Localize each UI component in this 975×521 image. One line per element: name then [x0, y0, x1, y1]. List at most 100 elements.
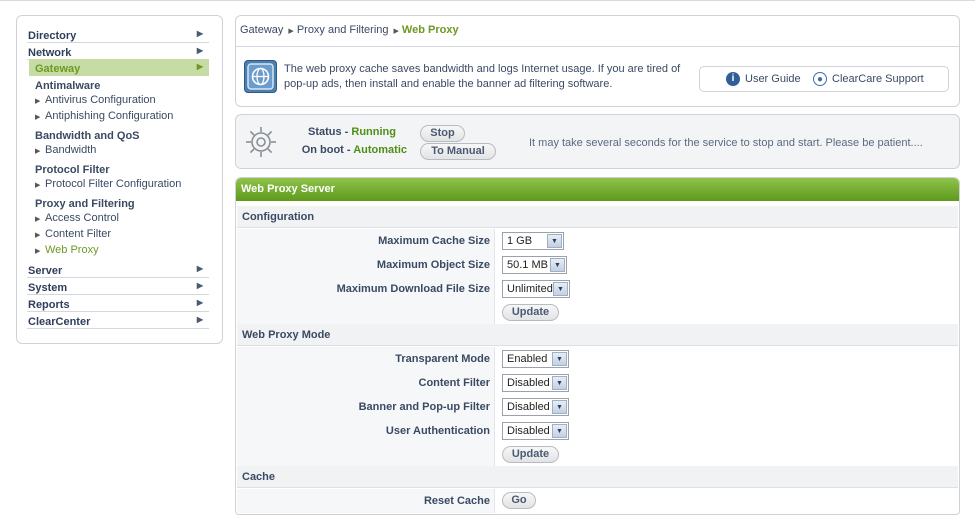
support-person-icon: ● — [813, 72, 827, 86]
panel-title: Web Proxy Server — [236, 178, 959, 201]
sidebar-item-gateway[interactable]: Gateway ▶ — [29, 59, 209, 76]
max-object-select[interactable]: 50.1 MB ▼ — [502, 256, 567, 274]
stop-button[interactable]: Stop — [420, 125, 465, 142]
sidebar-item-system[interactable]: System ▶ — [27, 278, 209, 295]
sidebar-item-label: Gateway — [35, 63, 81, 75]
support-link[interactable]: ● ClearCare Support — [813, 72, 924, 86]
triangle-right-icon: ▶ — [35, 216, 41, 223]
max-cache-select[interactable]: 1 GB ▼ — [502, 232, 564, 250]
triangle-right-icon: ▶ — [35, 114, 41, 121]
chevron-right-icon: ▶ — [196, 29, 203, 38]
triangle-right-icon: ▶ — [35, 248, 41, 255]
banner-filter-select[interactable]: Disabled ▼ — [502, 398, 569, 416]
sidebar-item-label: Server — [28, 265, 63, 277]
user-guide-link[interactable]: i User Guide — [726, 72, 801, 86]
field-label: Maximum Download File Size — [237, 277, 495, 301]
sidebar-group-protocol-filter: Protocol Filter — [35, 164, 110, 176]
sidebar-item-label: Antiphishing Configuration — [45, 110, 174, 122]
select-value: Disabled — [507, 425, 550, 437]
sidebar-item-reports[interactable]: Reports ▶ — [27, 295, 209, 312]
update-config-button[interactable]: Update — [502, 304, 559, 321]
sidebar-item-antiphishing[interactable]: ▶ Antiphishing Configuration — [35, 110, 173, 122]
chevron-right-icon: ▶ — [196, 298, 203, 307]
breadcrumb-item-proxy[interactable]: Proxy and Filtering — [297, 24, 389, 36]
select-value: 1 GB — [507, 235, 533, 247]
sidebar-item-clearcenter[interactable]: ClearCenter ▶ — [27, 312, 209, 329]
max-download-select[interactable]: Unlimited ▼ — [502, 280, 570, 298]
row-transparent: Transparent Mode Enabled ▼ — [237, 347, 958, 371]
chevron-down-icon: ▼ — [547, 234, 562, 248]
content-filter-select[interactable]: Disabled ▼ — [502, 374, 569, 392]
reset-cache-go-button[interactable]: Go — [502, 492, 536, 509]
sidebar-item-web-proxy[interactable]: ▶ Web Proxy — [35, 244, 99, 256]
sidebar-item-label: System — [28, 282, 68, 294]
sidebar-item-label: Directory — [28, 30, 77, 42]
section-cache: Cache — [237, 466, 958, 488]
section-configuration: Configuration — [237, 206, 958, 228]
select-value: Disabled — [507, 401, 550, 413]
sidebar-item-label: Web Proxy — [45, 244, 99, 256]
to-manual-button[interactable]: To Manual — [420, 143, 496, 160]
chevron-down-icon: ▼ — [552, 424, 567, 438]
empty-label-cell — [237, 301, 495, 325]
chevron-down-icon: ▼ — [550, 258, 565, 272]
row-config-update: Update — [237, 301, 958, 325]
sidebar-item-label: Antivirus Configuration — [45, 94, 156, 106]
info-icon: i — [726, 72, 740, 86]
empty-label-cell — [237, 443, 495, 467]
chevron-right-icon: ▶ — [196, 62, 203, 71]
sidebar-item-access-control[interactable]: ▶ Access Control — [35, 212, 119, 224]
row-max-cache: Maximum Cache Size 1 GB ▼ — [237, 229, 958, 253]
boot-line: On boot - Automatic — [282, 144, 407, 156]
boot-label: On boot - — [301, 144, 354, 156]
triangle-right-icon: ▶ — [393, 28, 399, 35]
row-reset-cache: Reset Cache Go — [237, 489, 958, 513]
sidebar-item-antivirus[interactable]: ▶ Antivirus Configuration — [35, 94, 156, 106]
field-label: Maximum Object Size — [237, 253, 495, 277]
sidebar-item-protocol-filter-config[interactable]: ▶ Protocol Filter Configuration — [35, 178, 181, 190]
chevron-down-icon: ▼ — [552, 400, 567, 414]
sidebar-item-label: Protocol Filter Configuration — [45, 178, 182, 190]
triangle-right-icon: ▶ — [35, 148, 41, 155]
transparent-mode-select[interactable]: Enabled ▼ — [502, 350, 569, 368]
select-value: Disabled — [507, 377, 550, 389]
row-user-auth: User Authentication Disabled ▼ — [237, 419, 958, 443]
field-label: User Authentication — [237, 419, 495, 443]
field-label: Reset Cache — [237, 489, 495, 513]
chevron-right-icon: ▶ — [196, 264, 203, 273]
field-label: Banner and Pop-up Filter — [237, 395, 495, 419]
breadcrumb-item-gateway[interactable]: Gateway — [240, 24, 283, 36]
update-mode-button[interactable]: Update — [502, 446, 559, 463]
triangle-right-icon: ▶ — [35, 182, 41, 189]
divider — [236, 46, 959, 47]
chevron-down-icon: ▼ — [553, 282, 568, 296]
triangle-right-icon: ▶ — [288, 28, 294, 35]
service-status-box: Status - Running Stop On boot - Automati… — [235, 114, 960, 169]
sidebar-item-directory[interactable]: Directory ▶ — [27, 26, 209, 43]
sidebar-item-network[interactable]: Network ▶ — [27, 43, 209, 60]
select-value: Enabled — [507, 353, 548, 365]
chevron-right-icon: ▶ — [196, 46, 203, 55]
row-max-download: Maximum Download File Size Unlimited ▼ — [237, 277, 958, 301]
row-mode-update: Update — [237, 443, 958, 467]
sidebar-item-label: Content Filter — [45, 228, 112, 240]
user-auth-select[interactable]: Disabled ▼ — [502, 422, 569, 440]
row-banner-filter: Banner and Pop-up Filter Disabled ▼ — [237, 395, 958, 419]
sidebar-item-label: Reports — [28, 299, 70, 311]
sidebar-item-server[interactable]: Server ▶ — [27, 261, 209, 278]
user-guide-label: User Guide — [745, 72, 801, 85]
sidebar-group-antimalware: Antimalware — [35, 80, 101, 92]
header-box: Gateway ▶ Proxy and Filtering ▶ Web Proxy Th… — [235, 15, 960, 107]
chevron-down-icon: ▼ — [552, 352, 567, 366]
chevron-right-icon: ▶ — [196, 315, 203, 324]
chevron-right-icon: ▶ — [196, 281, 203, 290]
status-value: Running — [351, 126, 396, 138]
select-value: 50.1 MB — [507, 259, 548, 271]
sidebar: Directory ▶ Network ▶ Gateway ▶ Antimalware… — [16, 15, 223, 344]
web-proxy-server-panel: Web Proxy Server Configuration Maximum C… — [235, 177, 960, 515]
sidebar-item-content-filter[interactable]: ▶ Content Filter — [35, 228, 111, 240]
breadcrumb: Gateway ▶ Proxy and Filtering ▶ Web Proxy — [240, 24, 459, 36]
gear-icon — [244, 125, 278, 162]
status-label: Status - — [307, 126, 352, 138]
sidebar-item-bandwidth[interactable]: ▶ Bandwidth — [35, 144, 96, 156]
